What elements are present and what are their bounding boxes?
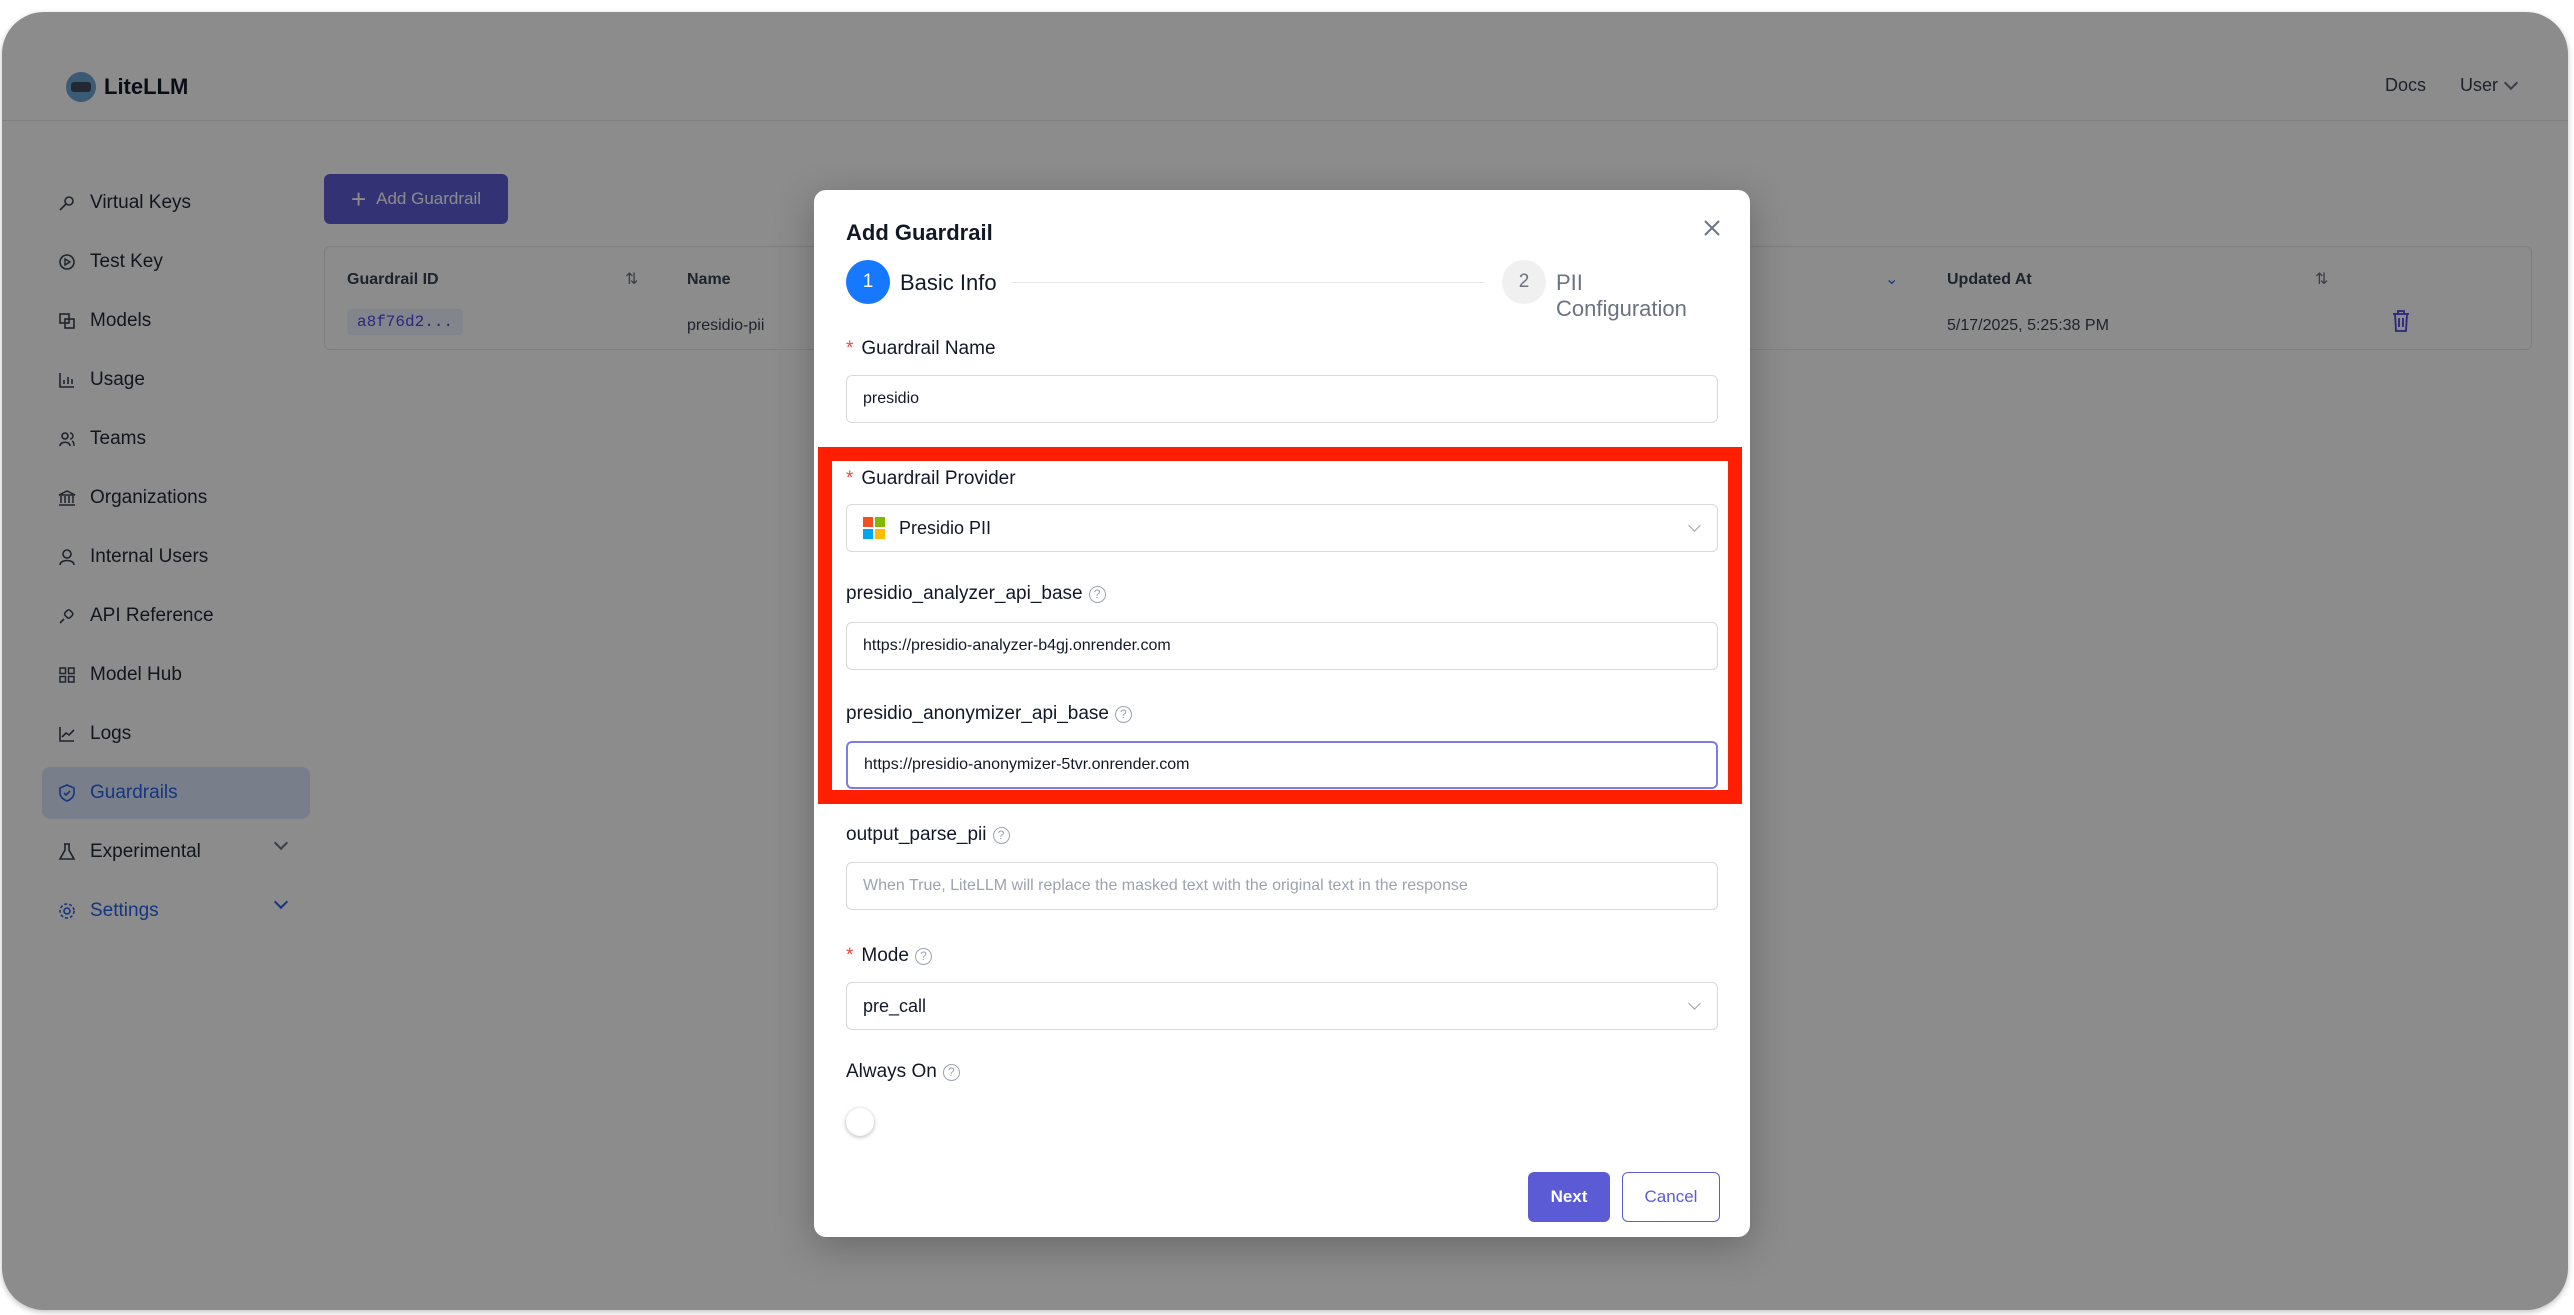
required-mark: *: [846, 338, 854, 359]
always-on-label-text: Always On: [846, 1061, 937, 1082]
app-window: LiteLLM Docs User Virtual Keys Test Key: [2, 12, 2568, 1310]
step-1-indicator: 1: [846, 260, 890, 304]
steps: 1 Basic Info 2 PII Configuration: [846, 260, 1718, 321]
always-on-label: Always On ?: [846, 1061, 960, 1083]
highlight-box: [818, 447, 1742, 804]
output-parse-pii-label: output_parse_pii ?: [846, 824, 1010, 846]
chevron-down-icon: [1688, 997, 1701, 1010]
mode-label: * Mode ?: [846, 945, 932, 967]
add-guardrail-modal: Add Guardrail 1 Basic Info 2 PII Configu…: [814, 190, 1750, 1237]
always-on-toggle[interactable]: [846, 1108, 874, 1136]
question-circle-icon[interactable]: ?: [914, 947, 932, 965]
step-2-label: PII Configuration: [1556, 270, 1687, 321]
question-circle-icon[interactable]: ?: [942, 1063, 960, 1081]
guardrail-name-input[interactable]: presidio: [846, 375, 1718, 423]
close-icon[interactable]: [1700, 216, 1724, 240]
step-1-label: Basic Info: [900, 270, 997, 295]
output-parse-label-text: output_parse_pii: [846, 824, 987, 845]
cancel-button[interactable]: Cancel: [1622, 1172, 1720, 1222]
question-circle-icon[interactable]: ?: [992, 826, 1010, 844]
guardrail-name-label-text: Guardrail Name: [861, 338, 996, 359]
step-divider: [1012, 282, 1484, 283]
app-background: LiteLLM Docs User Virtual Keys Test Key: [2, 12, 2568, 1310]
mode-label-text: Mode: [861, 945, 909, 966]
guardrail-name-label: * Guardrail Name: [846, 338, 996, 360]
mode-select[interactable]: pre_call: [846, 982, 1718, 1030]
step-2-indicator: 2: [1502, 260, 1546, 304]
next-button[interactable]: Next: [1528, 1172, 1610, 1222]
mode-value: pre_call: [863, 995, 927, 1016]
modal-title: Add Guardrail: [846, 220, 993, 245]
required-mark: *: [846, 945, 854, 966]
output-parse-pii-input[interactable]: When True, LiteLLM will replace the mask…: [846, 862, 1718, 910]
